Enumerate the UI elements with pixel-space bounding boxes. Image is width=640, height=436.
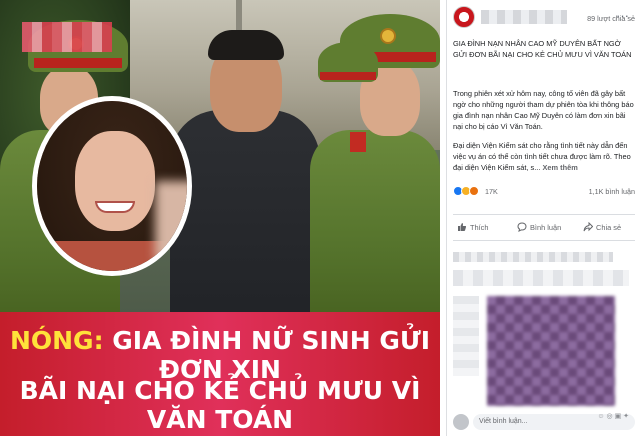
share-button[interactable]: Chia sẻ xyxy=(583,222,621,232)
divider xyxy=(453,214,635,215)
comment-image-blurred xyxy=(487,296,615,406)
post-title: GIA ĐÌNH NẠN NHÂN CAO MỸ DUYÊN BẤT NGỜ G… xyxy=(453,39,632,59)
composer-emoji-icon[interactable]: ☺ ◎ ▣ ✦ xyxy=(597,412,629,420)
commenter-avatar-blurred xyxy=(453,296,479,376)
pixelated-logo xyxy=(22,22,112,52)
comment-count[interactable]: 1,1K bình luận xyxy=(589,187,635,196)
angry-reaction-icon xyxy=(469,186,479,197)
headline-hot-tag: NÓNG: xyxy=(9,326,104,355)
facebook-post-card: ··· GIA ĐÌNH NẠN NHÂN CAO MỸ DUYÊN BẤT N… xyxy=(446,0,640,436)
officer-back-cap-band xyxy=(320,72,376,80)
share-count[interactable]: 89 lượt chia sẻ xyxy=(453,14,635,23)
officer-right-collar xyxy=(350,132,366,152)
reaction-count: 17K xyxy=(485,187,498,196)
share-arrow-icon xyxy=(583,222,593,232)
comments-section-blurred xyxy=(453,246,635,406)
post-paragraph-truncated: Đại diện Viện Kiểm sát cho rằng tình tiế… xyxy=(453,141,631,172)
officer-right-uniform xyxy=(310,130,440,330)
comment-composer: Viết bình luận... ☺ ◎ ▣ ✦ xyxy=(453,412,635,432)
headline-line-2: BÃI NẠI CHO KẺ CHỦ MƯU VÌ VĂN TOÁN xyxy=(19,376,421,434)
like-button[interactable]: Thích xyxy=(457,222,488,232)
see-more-link[interactable]: Xem thêm xyxy=(542,163,577,172)
post-paragraph: Trong phiên xét xử hôm nay, công tố viên… xyxy=(453,89,634,131)
officer-left-cap-band xyxy=(34,58,122,68)
divider xyxy=(453,240,635,241)
thumbs-up-icon xyxy=(458,223,467,231)
screen: NÓNG: GIA ĐÌNH NỮ SINH GỬI ĐƠN XIN BÃI N… xyxy=(0,0,640,436)
inset-portrait xyxy=(32,96,192,276)
comment-filter-blurred xyxy=(453,252,613,262)
suspect-hair xyxy=(208,30,284,60)
post-actions: Thích Bình luận Chia sẻ xyxy=(453,220,635,236)
officer-right-badge-icon xyxy=(380,28,396,44)
reaction-icons xyxy=(453,186,479,198)
comment-bubble-icon xyxy=(517,222,527,232)
reactions-summary[interactable]: 17K 1,1K bình luận xyxy=(453,186,635,200)
user-avatar xyxy=(453,414,469,430)
comment-button[interactable]: Bình luận xyxy=(517,222,561,232)
comment-text-blurred xyxy=(453,270,629,286)
